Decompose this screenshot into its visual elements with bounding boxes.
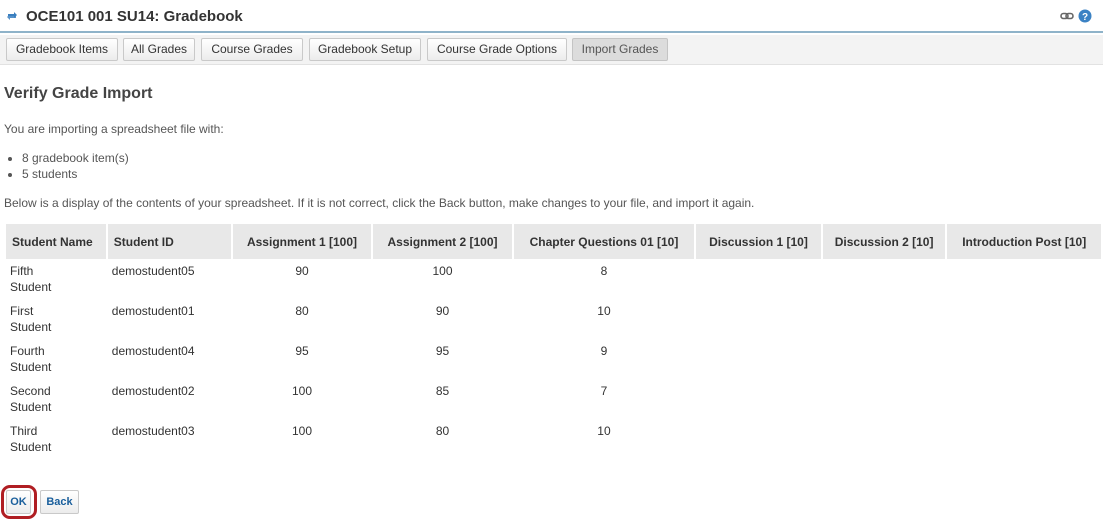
student-name-cell: Fourth Student <box>10 344 52 374</box>
assignment-2-cell: 90 <box>435 304 450 318</box>
student-name-cell: First Student <box>10 304 52 334</box>
column-header-chapter-questions: Chapter Questions 01 [10] <box>513 224 695 259</box>
discussion-1-cell <box>696 299 821 339</box>
discussion-1-cell <box>696 339 821 379</box>
student-id-cell: demostudent04 <box>111 344 195 358</box>
student-id-cell: demostudent02 <box>111 384 195 398</box>
table-row: Second Student demostudent02 100 85 7 <box>6 379 1101 419</box>
assignment-1-cell: 100 <box>291 424 312 438</box>
column-header-student-id: Student ID <box>107 224 231 259</box>
table-row: Fourth Student demostudent04 95 95 9 <box>6 339 1101 379</box>
assignment-1-cell: 80 <box>295 304 309 318</box>
nav-course-grades[interactable]: Course Grades <box>201 38 303 61</box>
discussion-2-cell <box>823 379 946 419</box>
summary-item-count: 8 gradebook item(s) <box>22 150 129 166</box>
column-header-student-name: Student Name <box>6 224 106 259</box>
student-id-cell: demostudent05 <box>111 264 195 278</box>
chapter-questions-cell: 9 <box>600 344 608 358</box>
student-name-cell: Fifth Student <box>10 264 52 294</box>
chapter-questions-cell: 10 <box>597 304 611 318</box>
assignment-2-cell: 85 <box>435 384 450 398</box>
nav-import-grades: Import Grades <box>572 38 668 61</box>
import-summary: 8 gradebook item(s) 5 students <box>22 150 129 182</box>
student-name-cell: Third Student <box>10 424 52 454</box>
import-preview-table: Student Name Student ID Assignment 1 [10… <box>4 224 1103 459</box>
introduction-post-cell <box>947 339 1101 379</box>
nav-gradebook-items[interactable]: Gradebook Items <box>6 38 118 61</box>
assignment-2-cell: 100 <box>432 264 453 278</box>
discussion-2-cell <box>823 259 946 299</box>
discussion-2-cell <box>823 419 946 459</box>
table-row: Third Student demostudent03 100 80 10 <box>6 419 1101 459</box>
table-row: Fifth Student demostudent05 90 100 8 <box>6 259 1101 299</box>
nav-course-grade-options[interactable]: Course Grade Options <box>427 38 567 61</box>
tool-title: OCE101 001 SU14: Gradebook <box>26 8 243 25</box>
column-header-discussion-1: Discussion 1 [10] <box>696 224 821 259</box>
summary-student-count: 5 students <box>22 166 129 182</box>
help-icon[interactable]: ? <box>1078 9 1092 23</box>
discussion-1-cell <box>696 259 821 299</box>
column-header-introduction-post: Introduction Post [10] <box>947 224 1101 259</box>
introduction-post-cell <box>947 299 1101 339</box>
column-header-discussion-2: Discussion 2 [10] <box>822 224 946 259</box>
tool-nav-bar: Gradebook Items All Grades Course Grades… <box>0 35 1103 65</box>
table-row: First Student demostudent01 80 90 10 <box>6 299 1101 339</box>
table-header-row: Student Name Student ID Assignment 1 [10… <box>6 224 1101 259</box>
discussion-1-cell <box>696 379 821 419</box>
chapter-questions-cell: 10 <box>597 424 611 438</box>
assignment-2-cell: 95 <box>435 344 450 358</box>
assignment-1-cell: 95 <box>295 344 309 358</box>
assignment-1-cell: 100 <box>291 384 312 398</box>
instructions-text: Below is a display of the contents of yo… <box>4 196 755 210</box>
svg-text:?: ? <box>1082 12 1088 23</box>
column-header-assignment-1: Assignment 1 [100] <box>232 224 372 259</box>
column-header-assignment-2: Assignment 2 [100] <box>373 224 512 259</box>
chapter-questions-cell: 8 <box>600 264 608 278</box>
nav-gradebook-setup[interactable]: Gradebook Setup <box>309 38 421 61</box>
student-name-cell: Second Student <box>10 384 52 414</box>
page-title: Verify Grade Import <box>4 85 153 102</box>
discussion-1-cell <box>696 419 821 459</box>
ok-button[interactable]: OK <box>6 490 31 514</box>
discussion-2-cell <box>823 339 946 379</box>
back-button[interactable]: Back <box>40 490 79 514</box>
assignment-2-cell: 80 <box>435 424 450 438</box>
introduction-post-cell <box>947 379 1101 419</box>
assignment-1-cell: 90 <box>295 264 309 278</box>
introduction-post-cell <box>947 419 1101 459</box>
student-id-cell: demostudent01 <box>111 304 195 318</box>
link-icon[interactable] <box>1060 11 1074 21</box>
import-intro: You are importing a spreadsheet file wit… <box>4 122 224 136</box>
introduction-post-cell <box>947 259 1101 299</box>
title-bar: OCE101 001 SU14: Gradebook ? <box>0 0 1103 33</box>
chapter-questions-cell: 7 <box>600 384 608 398</box>
nav-all-grades[interactable]: All Grades <box>123 38 195 61</box>
discussion-2-cell <box>823 299 946 339</box>
student-id-cell: demostudent03 <box>111 424 195 438</box>
reset-arrows-icon[interactable] <box>6 10 18 22</box>
